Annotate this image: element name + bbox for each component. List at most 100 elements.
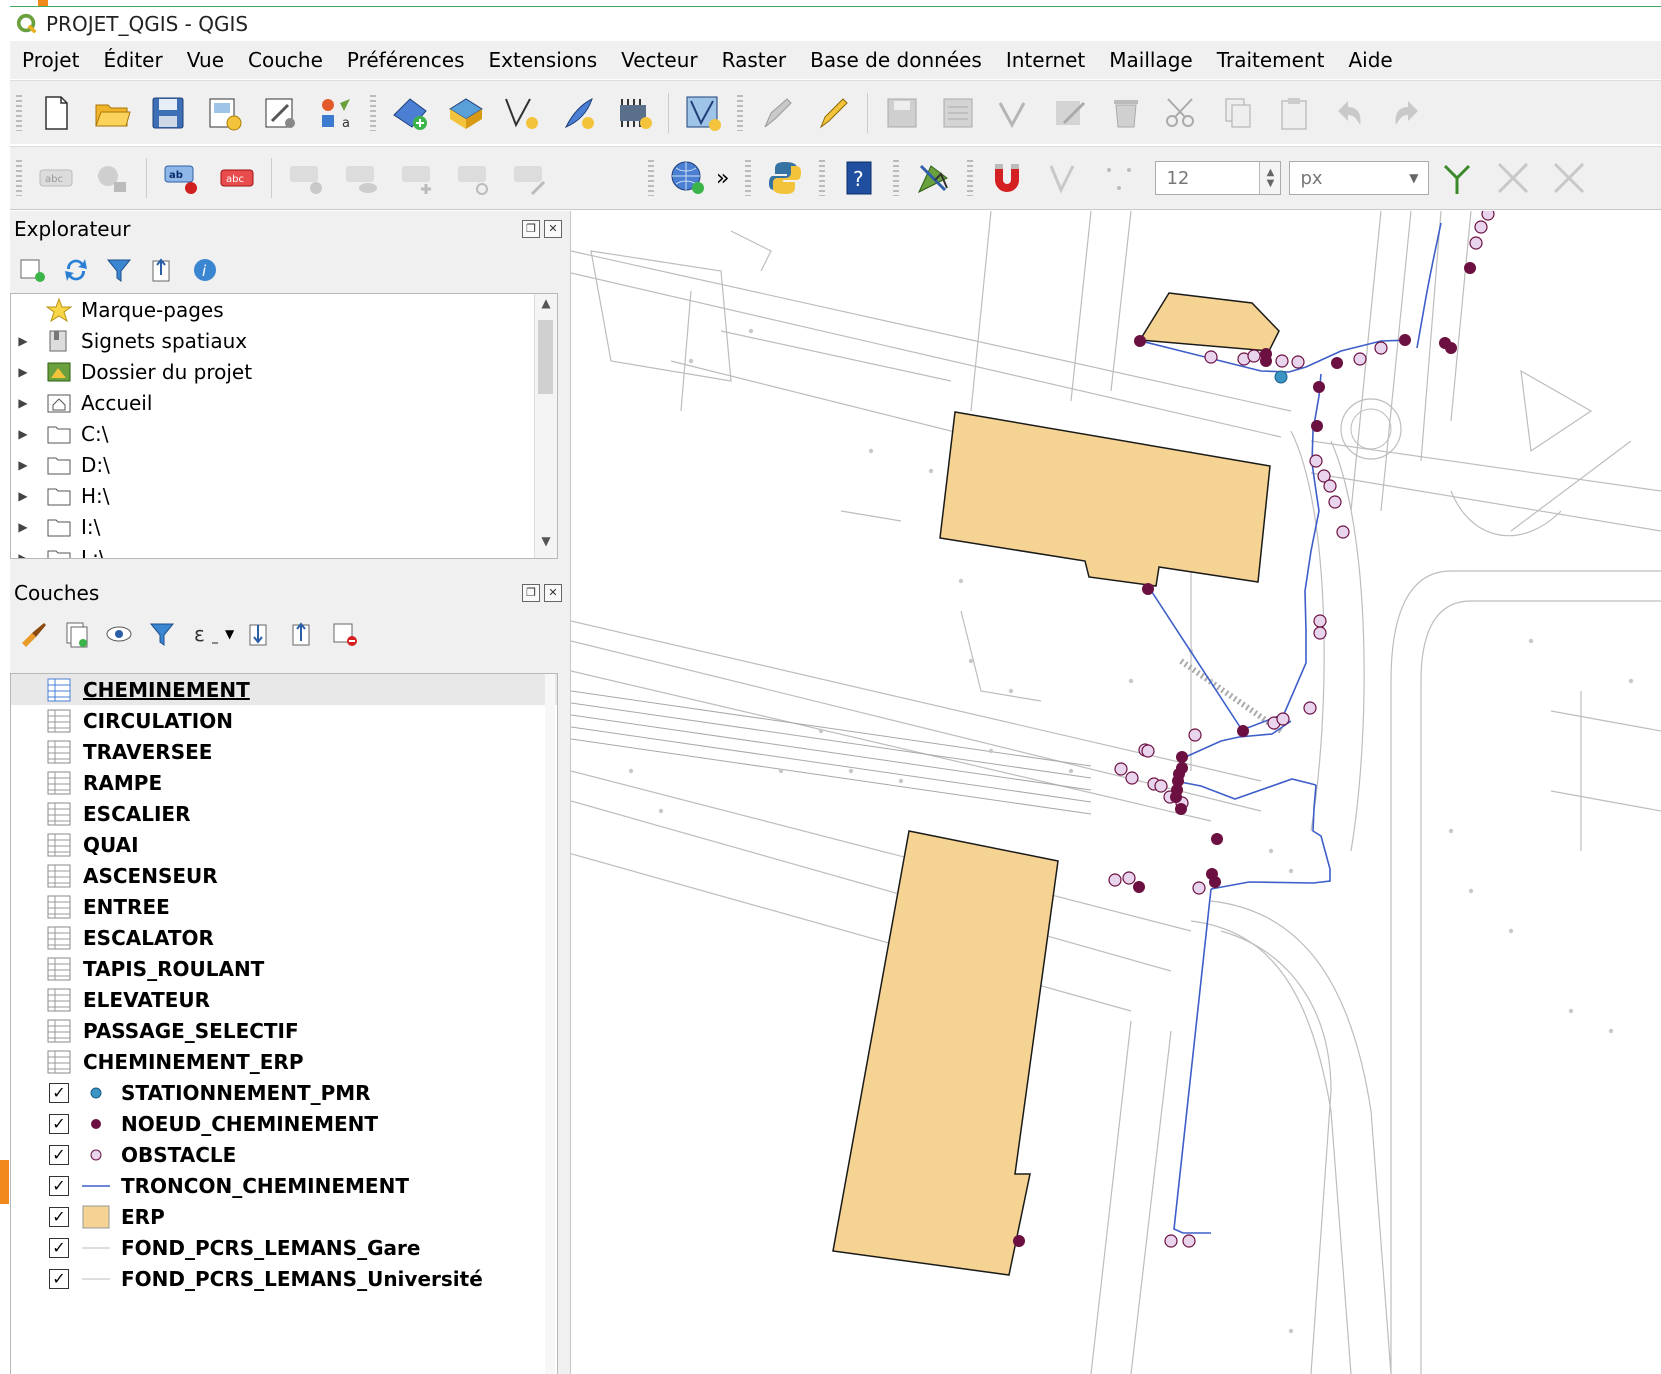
layer-row[interactable]: ✓ NOEUD_CHEMINEMENT bbox=[11, 1108, 557, 1139]
menu-projet[interactable]: Projet bbox=[10, 48, 91, 72]
label-toolbar-button[interactable]: abc bbox=[33, 155, 79, 201]
layer-row[interactable]: ESCALIER bbox=[11, 798, 557, 829]
snapping-vertex-button[interactable] bbox=[1040, 155, 1086, 201]
explorer-item[interactable]: Marque-pages bbox=[11, 294, 557, 325]
help-button[interactable]: ? bbox=[836, 155, 882, 201]
rotate-label-button[interactable] bbox=[451, 155, 497, 201]
layer-visibility-checkbox[interactable]: ✓ bbox=[49, 1206, 69, 1227]
collapse-all-button[interactable] bbox=[145, 253, 179, 287]
add-selected-layers-button[interactable] bbox=[16, 253, 50, 287]
toolbar-grip[interactable] bbox=[648, 160, 654, 196]
float-panel-icon[interactable]: ❐ bbox=[522, 220, 540, 238]
map-canvas[interactable] bbox=[571, 211, 1661, 1374]
layer-row[interactable]: ✓ FOND_PCRS_LEMANS_Gare bbox=[11, 1232, 557, 1263]
menu-base-de-donnees[interactable]: Base de données bbox=[798, 48, 994, 72]
manage-visibility-button[interactable] bbox=[102, 617, 136, 651]
style-layer-button[interactable] bbox=[16, 617, 50, 651]
add-delimited-text-button[interactable] bbox=[499, 90, 545, 136]
layer-row[interactable]: TRAVERSEE bbox=[11, 736, 557, 767]
paste-features-button[interactable] bbox=[1271, 90, 1317, 136]
snapping-tolerance-input[interactable]: 12 ▲ ▼ bbox=[1155, 161, 1282, 195]
chevron-right-icon[interactable]: ▶ bbox=[11, 365, 35, 379]
explorer-scrollbar[interactable]: ▲ ▼ bbox=[534, 294, 557, 558]
diagram-button[interactable] bbox=[89, 155, 135, 201]
layers-scrollbar[interactable] bbox=[545, 674, 555, 1374]
layer-row[interactable]: ✓ STATIONNEMENT_PMR bbox=[11, 1077, 557, 1108]
menu-editer[interactable]: Éditer bbox=[91, 48, 174, 72]
layer-row[interactable]: ENTREE bbox=[11, 891, 557, 922]
save-edits-button[interactable] bbox=[879, 90, 925, 136]
snapping-topology-button[interactable] bbox=[910, 155, 956, 201]
chevron-right-icon[interactable]: ▶ bbox=[11, 396, 35, 410]
collapse-all-button[interactable] bbox=[285, 617, 319, 651]
toolbar-grip[interactable] bbox=[16, 160, 22, 196]
layer-row[interactable]: QUAI bbox=[11, 829, 557, 860]
layer-row[interactable]: PASSAGE_SELECTIF bbox=[11, 1015, 557, 1046]
explorer-item[interactable]: ▶ Signets spatiaux bbox=[11, 325, 557, 356]
snapping-unit-select[interactable]: px ▼ bbox=[1289, 161, 1430, 195]
multi-edit-button[interactable] bbox=[1047, 90, 1093, 136]
layer-labeling-button[interactable]: ab bbox=[158, 155, 204, 201]
python-console-button[interactable] bbox=[762, 155, 808, 201]
toolbar-grip[interactable] bbox=[370, 94, 376, 131]
explorer-item[interactable]: ▶ H:\ bbox=[11, 480, 557, 511]
chevron-right-icon[interactable]: ▶ bbox=[11, 520, 35, 534]
layer-visibility-checkbox[interactable]: ✓ bbox=[49, 1144, 69, 1165]
toolbar-overflow[interactable]: » bbox=[716, 166, 729, 191]
cut-features-button[interactable] bbox=[1159, 90, 1205, 136]
layout-manager-button[interactable] bbox=[257, 90, 303, 136]
menu-internet[interactable]: Internet bbox=[994, 48, 1097, 72]
toolbar-grip[interactable] bbox=[967, 160, 974, 196]
self-snap-button[interactable] bbox=[1546, 155, 1592, 201]
chevron-right-icon[interactable]: ▶ bbox=[11, 334, 35, 348]
open-project-button[interactable] bbox=[89, 90, 135, 136]
close-panel-icon[interactable]: ✕ bbox=[544, 584, 562, 602]
explorer-item[interactable]: ▶ Dossier du projet bbox=[11, 356, 557, 387]
toggle-editing-button[interactable] bbox=[810, 90, 856, 136]
snapping-segment-button[interactable] bbox=[1096, 155, 1142, 201]
menu-aide[interactable]: Aide bbox=[1336, 48, 1404, 72]
pin-label-button[interactable] bbox=[283, 155, 329, 201]
map-svg[interactable] bbox=[571, 211, 1661, 1374]
layer-row[interactable]: ✓ TRONCON_CHEMINEMENT bbox=[11, 1170, 557, 1201]
scroll-thumb[interactable] bbox=[538, 320, 553, 394]
menu-extensions[interactable]: Extensions bbox=[477, 48, 610, 72]
scroll-up-icon[interactable]: ▲ bbox=[535, 296, 557, 318]
chevron-right-icon[interactable]: ▶ bbox=[11, 489, 35, 503]
layer-row[interactable]: ASCENSEUR bbox=[11, 860, 557, 891]
spin-arrows[interactable]: ▲ ▼ bbox=[1259, 162, 1281, 194]
add-spatialite-button[interactable] bbox=[611, 90, 657, 136]
filter-expression-button[interactable]: ε bbox=[188, 617, 222, 651]
layer-diagram-button[interactable]: abc bbox=[214, 155, 260, 201]
expand-all-button[interactable] bbox=[242, 617, 276, 651]
chevron-right-icon[interactable]: ▶ bbox=[11, 427, 35, 441]
layer-visibility-checkbox[interactable]: ✓ bbox=[49, 1113, 69, 1134]
filter-browser-button[interactable] bbox=[102, 253, 136, 287]
layer-row[interactable]: ESCALATOR bbox=[11, 922, 557, 953]
close-panel-icon[interactable]: ✕ bbox=[544, 220, 562, 238]
layer-row[interactable]: TAPIS_ROULANT bbox=[11, 953, 557, 984]
menu-preferences[interactable]: Préférences bbox=[335, 48, 477, 72]
layer-row[interactable]: RAMPE bbox=[11, 767, 557, 798]
toolbar-grip[interactable] bbox=[893, 160, 900, 196]
add-geopackage-button[interactable] bbox=[555, 90, 601, 136]
add-virtual-layer-button[interactable] bbox=[680, 90, 726, 136]
new-project-button[interactable] bbox=[33, 90, 79, 136]
change-label-button[interactable] bbox=[507, 155, 553, 201]
menu-couche[interactable]: Couche bbox=[236, 48, 335, 72]
layer-visibility-checkbox[interactable]: ✓ bbox=[49, 1268, 69, 1289]
undo-button[interactable] bbox=[1327, 90, 1373, 136]
scroll-down-icon[interactable]: ▼ bbox=[535, 534, 557, 556]
chevron-right-icon[interactable]: ▶ bbox=[11, 458, 35, 472]
move-label-button[interactable] bbox=[395, 155, 441, 201]
layer-visibility-checkbox[interactable]: ✓ bbox=[49, 1082, 69, 1103]
properties-button[interactable]: i bbox=[188, 253, 222, 287]
explorer-item[interactable]: ▶ C:\ bbox=[11, 418, 557, 449]
toolbar-grip[interactable] bbox=[745, 160, 752, 196]
menu-vue[interactable]: Vue bbox=[175, 48, 236, 72]
layer-row[interactable]: CHEMINEMENT_ERP bbox=[11, 1046, 557, 1077]
toolbar-grip[interactable] bbox=[16, 94, 22, 131]
chevron-down-icon[interactable]: ▼ bbox=[225, 627, 234, 641]
explorer-item[interactable]: ▶ Accueil bbox=[11, 387, 557, 418]
layer-row[interactable]: ✓ ERP bbox=[11, 1201, 557, 1232]
